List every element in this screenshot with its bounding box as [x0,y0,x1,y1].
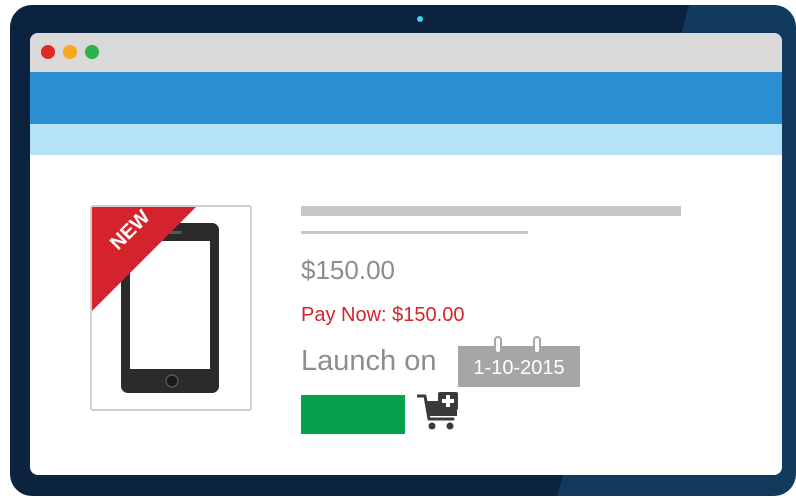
new-badge: NEW [92,207,196,311]
site-subnav [30,124,782,155]
browser-window: NEW $150.00 Pay Now: $150.00 Launch on 1… [30,33,782,475]
maximize-window-button[interactable] [85,45,99,59]
buy-now-button[interactable] [301,395,405,434]
product-price: $150.00 [301,255,395,285]
browser-titlebar [30,33,782,72]
close-window-button[interactable] [41,45,55,59]
product-subtitle-placeholder [301,231,528,234]
product-title-placeholder [301,206,681,216]
laptop-frame: NEW $150.00 Pay Now: $150.00 Launch on 1… [10,5,796,496]
site-navbar [30,72,782,124]
add-to-cart-icon[interactable] [417,392,463,432]
launch-date-calendar: 1-10-2015 [458,336,580,387]
pay-now-price: Pay Now: $150.00 [301,304,465,326]
minimize-window-button[interactable] [63,45,77,59]
launch-date: 1-10-2015 [473,357,565,379]
product-image-card[interactable]: NEW [90,205,252,411]
camera-dot [417,16,423,22]
launch-label: Launch on [301,345,437,377]
